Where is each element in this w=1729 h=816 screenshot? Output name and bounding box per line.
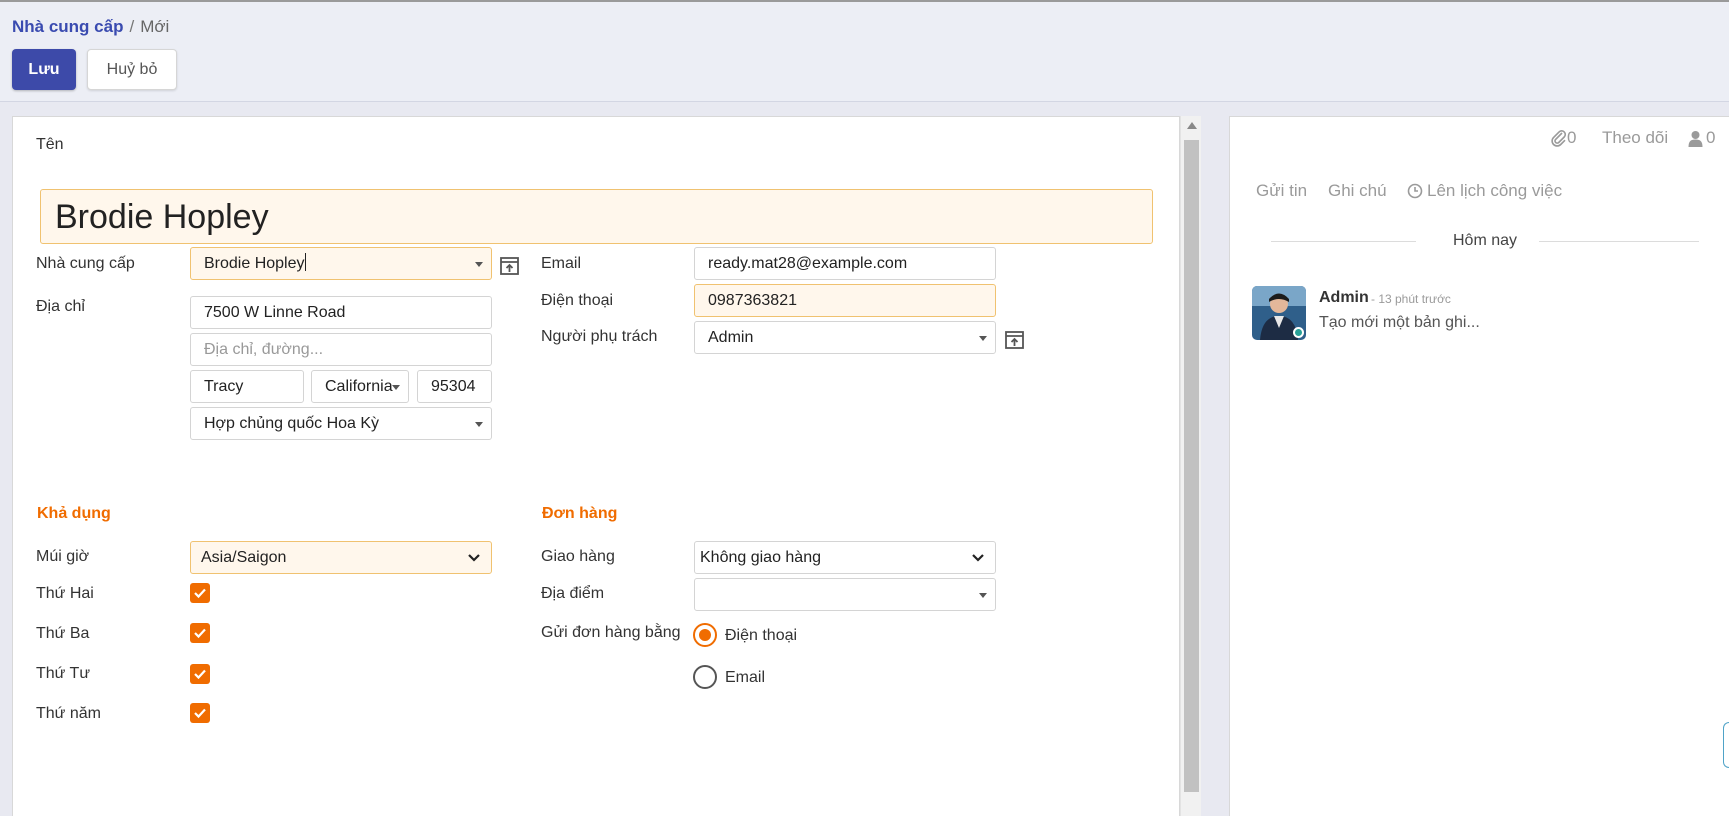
- chevron-down-icon: [972, 554, 984, 562]
- caret-down-icon: [979, 593, 987, 598]
- schedule-activity-label: Lên lịch công việc: [1427, 181, 1563, 200]
- breadcrumb: Nhà cung cấp / Mới: [12, 17, 169, 37]
- delivery-select[interactable]: Không giao hàng: [694, 541, 996, 574]
- caret-down-icon: [392, 385, 400, 390]
- schedule-activity-button[interactable]: Lên lịch công việc: [1407, 181, 1562, 201]
- phone-input[interactable]: 0987363821: [694, 284, 996, 317]
- cancel-button[interactable]: Huỷ bỏ: [87, 49, 177, 90]
- address-label: Địa chỉ: [36, 298, 85, 315]
- state-value: California: [325, 378, 393, 395]
- day-label: Thứ Hai: [36, 585, 94, 602]
- send-via-phone-label[interactable]: Điện thoại: [725, 627, 797, 645]
- send-via-email-label[interactable]: Email: [725, 669, 765, 687]
- send-via-label: Gửi đơn hàng bằng: [541, 624, 681, 641]
- street2-input[interactable]: Địa chỉ, đường...: [190, 333, 492, 366]
- name-input[interactable]: Brodie Hopley: [40, 189, 1153, 244]
- attachments-count: 0: [1567, 128, 1577, 147]
- followers-button[interactable]: 0: [1688, 128, 1715, 148]
- responsible-value: Admin: [708, 329, 754, 346]
- tuesday-checkbox[interactable]: [190, 623, 210, 643]
- wednesday-checkbox[interactable]: [190, 664, 210, 684]
- state-select[interactable]: California: [311, 370, 409, 403]
- caret-down-icon: [475, 422, 483, 427]
- message-author[interactable]: Admin: [1319, 289, 1369, 307]
- availability-section-title: Khả dụng: [37, 505, 111, 522]
- thursday-checkbox[interactable]: [190, 703, 210, 723]
- paperclip-icon: [1551, 130, 1567, 147]
- supplier-label: Nhà cung cấp: [36, 255, 135, 272]
- responsible-label: Người phụ trách: [541, 328, 658, 345]
- delivery-label: Giao hàng: [541, 548, 615, 565]
- orders-section-title: Đơn hàng: [542, 505, 618, 522]
- email-input[interactable]: ready.mat28@example.com: [694, 247, 996, 280]
- checkmark-icon: [194, 628, 206, 639]
- clock-icon: [1407, 183, 1423, 199]
- send-via-email-radio[interactable]: [693, 665, 717, 689]
- control-panel: Nhà cung cấp / Mới Lưu Huỷ bỏ: [0, 2, 1729, 102]
- send-message-button[interactable]: Gửi tin: [1256, 181, 1307, 201]
- external-link-icon[interactable]: [499, 255, 521, 277]
- day-label: Thứ Ba: [36, 625, 90, 642]
- text-cursor: [304, 253, 306, 271]
- day-label: Thứ năm: [36, 705, 101, 722]
- online-status-dot: [1293, 327, 1304, 338]
- city-input[interactable]: Tracy: [190, 370, 304, 403]
- date-separator-line: [1271, 241, 1416, 242]
- country-value: Hợp chủng quốc Hoa Kỳ: [204, 415, 380, 432]
- monday-checkbox[interactable]: [190, 583, 210, 603]
- breadcrumb-link-suppliers[interactable]: Nhà cung cấp: [12, 17, 123, 36]
- date-separator-line: [1539, 241, 1699, 242]
- zip-input[interactable]: 95304: [417, 370, 492, 403]
- checkmark-icon: [194, 708, 206, 719]
- form-scrollbar[interactable]: [1180, 116, 1201, 816]
- attachments-button[interactable]: 0: [1551, 128, 1576, 148]
- breadcrumb-current: Mới: [140, 17, 170, 36]
- caret-down-icon: [979, 336, 987, 341]
- external-link-icon[interactable]: [1004, 329, 1026, 351]
- location-select[interactable]: [694, 578, 996, 611]
- country-select[interactable]: Hợp chủng quốc Hoa Kỳ: [190, 407, 492, 440]
- responsible-select[interactable]: Admin: [694, 321, 996, 354]
- message-body: Tạo mới một bản ghi...: [1319, 314, 1480, 331]
- caret-down-icon: [475, 262, 483, 267]
- phone-label: Điện thoại: [541, 292, 614, 309]
- supplier-value: Brodie Hopley: [204, 255, 305, 272]
- scroll-up-arrow-icon[interactable]: [1187, 122, 1197, 129]
- street-input[interactable]: 7500 W Linne Road: [190, 296, 492, 329]
- send-via-phone-radio[interactable]: [693, 623, 717, 647]
- scroll-thumb[interactable]: [1184, 140, 1199, 792]
- checkmark-icon: [194, 669, 206, 680]
- user-icon: [1688, 130, 1703, 147]
- email-label: Email: [541, 255, 582, 272]
- day-label: Thứ Tư: [36, 665, 91, 682]
- timezone-select[interactable]: Asia/Saigon: [190, 541, 492, 574]
- follow-button[interactable]: Theo dõi: [1602, 128, 1668, 148]
- date-separator-label: Hôm nay: [1453, 232, 1518, 249]
- log-note-button[interactable]: Ghi chú: [1328, 181, 1387, 201]
- side-widget-tab[interactable]: [1723, 722, 1729, 768]
- timezone-value: Asia/Saigon: [201, 549, 287, 566]
- breadcrumb-separator: /: [129, 17, 135, 36]
- message-time: - 13 phút trước: [1371, 292, 1451, 306]
- followers-count: 0: [1706, 128, 1716, 147]
- timezone-label: Múi giờ: [36, 548, 90, 565]
- chatter-panel: [1229, 116, 1729, 816]
- checkmark-icon: [194, 588, 206, 599]
- name-label: Tên: [36, 136, 64, 153]
- supplier-select[interactable]: Brodie Hopley: [190, 247, 492, 280]
- location-label: Địa điểm: [541, 585, 605, 602]
- chevron-down-icon: [468, 554, 480, 562]
- delivery-value: Không giao hàng: [700, 549, 821, 566]
- save-button[interactable]: Lưu: [12, 49, 76, 90]
